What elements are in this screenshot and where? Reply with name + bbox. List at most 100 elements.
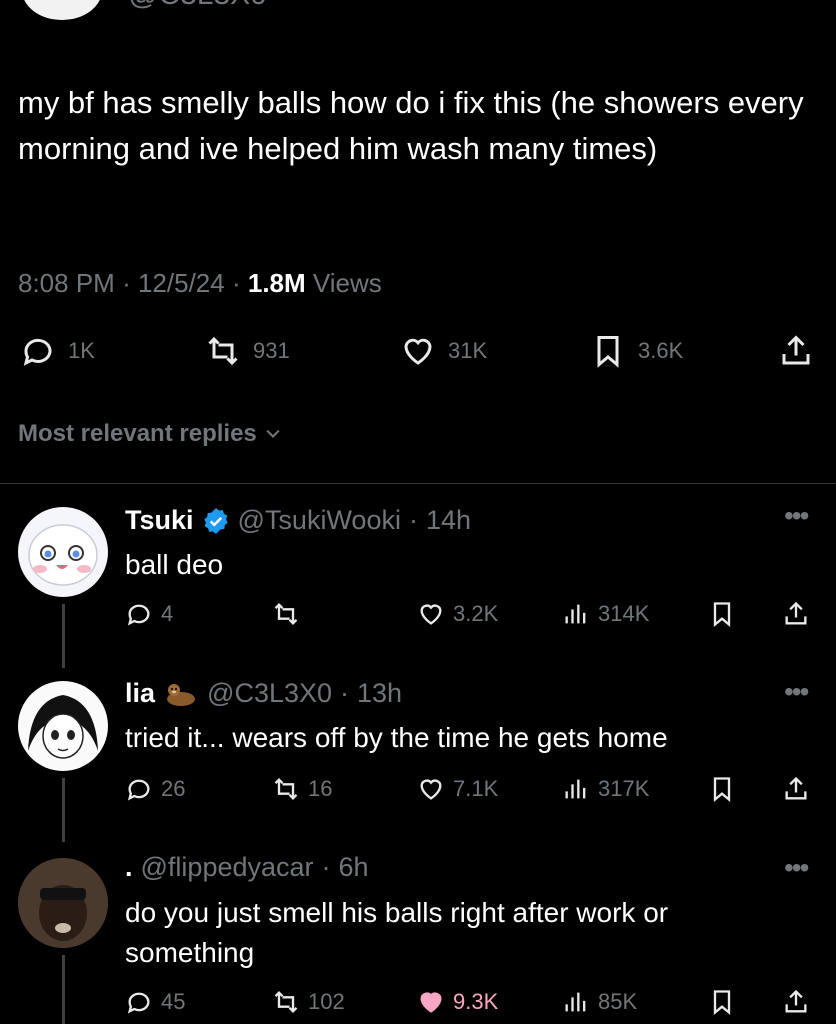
heart-icon bbox=[420, 779, 442, 800]
share-button[interactable] bbox=[782, 775, 810, 803]
bookmark-count: 3.6K bbox=[638, 338, 684, 363]
bookmark-icon bbox=[713, 602, 731, 627]
like-button[interactable]: 3.2K bbox=[417, 600, 498, 628]
thread-line bbox=[62, 955, 65, 1024]
views-count: 1.8M bbox=[247, 268, 306, 298]
views-icon bbox=[565, 779, 586, 799]
thread-line bbox=[62, 604, 65, 668]
reply-age: 13h bbox=[357, 678, 403, 708]
repost-button[interactable]: 102 bbox=[272, 988, 345, 1016]
reply-text: do you just smell his balls right after … bbox=[125, 897, 669, 968]
more-options-icon[interactable]: ••• bbox=[784, 852, 809, 884]
share-button[interactable] bbox=[778, 333, 814, 369]
post-text: my bf has smelly balls how do i fix this… bbox=[18, 85, 804, 166]
views-count: 317K bbox=[598, 776, 650, 801]
post-time: 8:08 PM bbox=[18, 268, 115, 298]
views-icon bbox=[565, 604, 586, 624]
reply-avatar-tsuki[interactable] bbox=[18, 507, 108, 597]
reply-text: ball deo bbox=[125, 549, 224, 580]
repost-button[interactable] bbox=[272, 600, 308, 628]
like-count: 9.3K bbox=[453, 989, 499, 1014]
bookmark-icon bbox=[713, 777, 731, 802]
reply-header: . @flippedyacar · 6h bbox=[125, 852, 369, 883]
reply-age: 14h bbox=[425, 505, 472, 535]
reply-button[interactable]: 1K bbox=[20, 333, 95, 369]
like-button[interactable]: 9.3K bbox=[417, 988, 498, 1016]
share-icon bbox=[785, 776, 807, 800]
post-actions: 1K 931 31K 3.6K bbox=[0, 333, 836, 377]
separator: · bbox=[231, 268, 241, 298]
reply-button[interactable]: 4 bbox=[125, 600, 173, 628]
like-button[interactable]: 31K bbox=[400, 333, 487, 369]
separator: · bbox=[321, 852, 331, 882]
repost-icon bbox=[274, 778, 298, 800]
post-date: 12/5/24 bbox=[137, 268, 225, 298]
repost-count: 931 bbox=[253, 338, 290, 363]
separator: · bbox=[408, 505, 418, 535]
post-meta: 8:08 PM · 12/5/24 · 1.8M Views bbox=[18, 268, 382, 299]
reply-avatar-flippedyacar[interactable] bbox=[18, 858, 108, 948]
author-avatar[interactable] bbox=[22, 0, 102, 20]
like-count: 3.2K bbox=[453, 601, 499, 626]
repost-button[interactable]: 931 bbox=[205, 333, 290, 369]
reply-header: lia @C3L3X0 · 13h bbox=[125, 678, 402, 709]
bookmark-icon bbox=[597, 336, 619, 368]
share-button[interactable] bbox=[782, 988, 810, 1016]
replies-sort-dropdown[interactable]: Most relevant replies bbox=[18, 420, 283, 448]
reply-count: 45 bbox=[161, 989, 186, 1014]
reply-author-name[interactable]: lia bbox=[125, 678, 155, 709]
repost-icon bbox=[274, 603, 298, 625]
repost-button[interactable]: 16 bbox=[272, 775, 332, 803]
reply-author-handle[interactable]: @C3L3X0 bbox=[207, 678, 332, 709]
avatar-photo bbox=[18, 858, 108, 948]
repost-count: 102 bbox=[308, 989, 345, 1014]
share-button[interactable] bbox=[782, 600, 810, 628]
separator: · bbox=[122, 268, 131, 298]
otter-emoji-icon bbox=[167, 683, 196, 706]
more-options-icon[interactable]: ••• bbox=[784, 676, 809, 708]
share-icon bbox=[785, 601, 807, 625]
views-label: Views bbox=[312, 268, 382, 298]
verified-badge-icon bbox=[203, 507, 228, 534]
heart-icon bbox=[404, 338, 432, 365]
author-handle[interactable]: @C3L3X0 bbox=[128, 0, 267, 12]
avatar-illustration bbox=[28, 524, 98, 586]
bookmark-button[interactable] bbox=[708, 988, 736, 1016]
bookmark-button[interactable] bbox=[708, 600, 736, 628]
heart-filled-icon bbox=[420, 992, 442, 1013]
views-button[interactable]: 85K bbox=[562, 988, 637, 1016]
reply-count: 1K bbox=[68, 338, 95, 363]
share-icon bbox=[785, 989, 807, 1013]
views-button[interactable]: 314K bbox=[562, 600, 649, 628]
like-count: 7.1K bbox=[453, 776, 499, 801]
separator: · bbox=[340, 678, 350, 708]
heart-icon bbox=[420, 604, 442, 625]
reply-button[interactable]: 45 bbox=[125, 988, 185, 1016]
reply-icon bbox=[127, 604, 150, 626]
like-button[interactable]: 7.1K bbox=[417, 775, 498, 803]
repost-count: 16 bbox=[308, 776, 333, 801]
views-count: 314K bbox=[598, 601, 650, 626]
reply-button[interactable]: 26 bbox=[125, 775, 185, 803]
repost-icon bbox=[274, 991, 298, 1013]
share-icon bbox=[782, 335, 810, 365]
more-options-icon[interactable]: ••• bbox=[784, 500, 809, 532]
reply-author-handle[interactable]: @TsukiWooki bbox=[238, 505, 401, 536]
reply-avatar-lia[interactable] bbox=[18, 681, 108, 771]
reply-author-handle[interactable]: @flippedyacar bbox=[141, 852, 314, 883]
reply-age: 6h bbox=[338, 852, 369, 882]
chevron-down-icon bbox=[266, 429, 280, 438]
bookmark-icon bbox=[713, 990, 731, 1015]
like-count: 31K bbox=[448, 338, 488, 363]
divider bbox=[0, 483, 836, 484]
avatar-illustration bbox=[28, 695, 98, 759]
reply-text: tried it... wears off by the time he get… bbox=[125, 722, 668, 753]
replies-sort-label: Most relevant replies bbox=[18, 420, 257, 447]
bookmark-button[interactable]: 3.6K bbox=[590, 333, 683, 369]
reply-author-name[interactable]: Tsuki bbox=[125, 505, 194, 536]
bookmark-button[interactable] bbox=[708, 775, 736, 803]
views-button[interactable]: 317K bbox=[562, 775, 649, 803]
reply-author-name[interactable]: . bbox=[125, 852, 133, 883]
thread-line bbox=[62, 778, 65, 842]
views-count: 85K bbox=[598, 989, 638, 1014]
